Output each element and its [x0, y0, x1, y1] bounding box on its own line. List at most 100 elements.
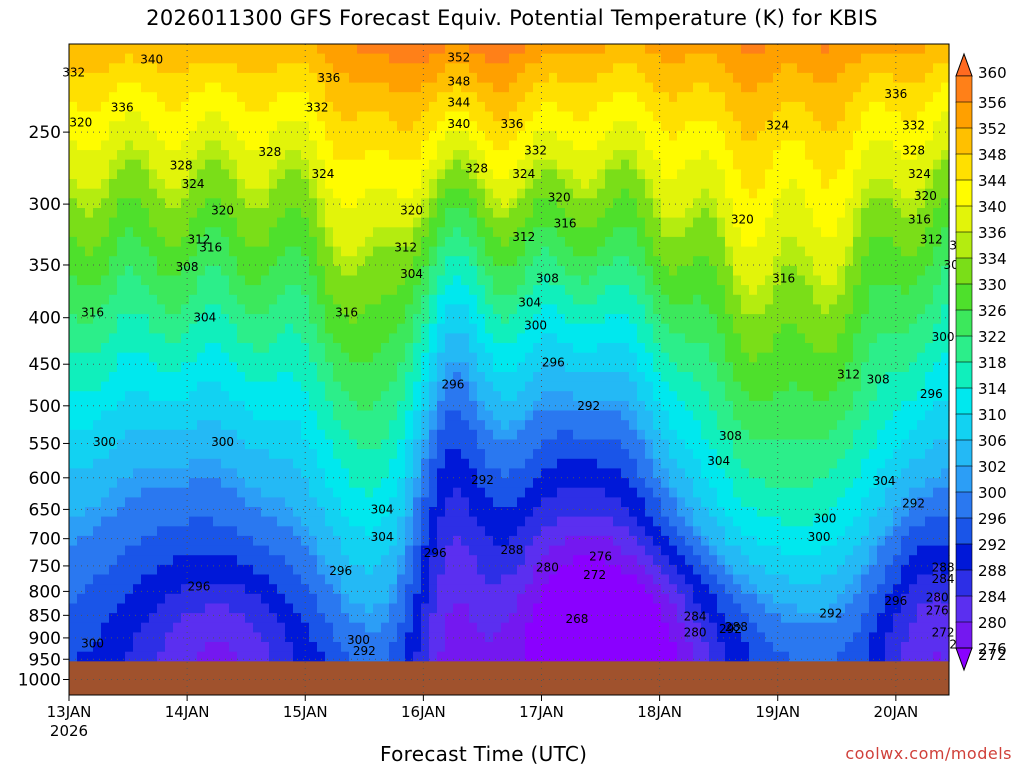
shading-cell	[405, 169, 414, 180]
shading-cell	[365, 449, 374, 460]
shading-cell	[253, 294, 262, 305]
shading-cell	[213, 507, 222, 518]
shading-cell	[197, 101, 206, 113]
shading-cell	[197, 352, 206, 363]
shading-cell	[517, 420, 526, 431]
shading-cell	[85, 613, 94, 624]
shading-cell	[621, 372, 630, 383]
shading-cell	[621, 574, 630, 585]
shading-cell	[517, 265, 526, 277]
shading-cell	[661, 101, 670, 113]
shading-cell	[453, 256, 462, 267]
shading-cell	[485, 323, 494, 334]
shading-cell	[565, 140, 574, 151]
shading-cell	[557, 429, 566, 440]
shading-cell	[157, 101, 166, 113]
shading-cell	[621, 352, 630, 363]
shading-cell	[261, 593, 270, 604]
shading-cell	[493, 208, 502, 219]
shading-cell	[485, 574, 494, 585]
shading-cell	[301, 82, 310, 93]
shading-cell	[389, 468, 398, 479]
shading-cell	[333, 651, 342, 662]
shading-cell	[237, 285, 246, 296]
shading-cell	[565, 92, 574, 103]
shading-cell	[373, 208, 382, 219]
shading-cell	[541, 82, 550, 93]
shading-cell	[189, 208, 198, 219]
shading-cell	[157, 603, 166, 614]
shading-cell	[157, 564, 166, 576]
shading-cell	[405, 314, 414, 325]
shading-cell	[277, 246, 286, 257]
shading-cell	[325, 285, 334, 296]
shading-cell	[101, 622, 110, 633]
shading-cell	[421, 333, 430, 344]
shading-cell	[389, 159, 398, 170]
shading-cell	[197, 535, 206, 547]
shading-cell	[237, 458, 246, 469]
shading-cell	[173, 82, 182, 93]
shading-cell	[421, 487, 430, 498]
shading-cell	[85, 449, 94, 460]
shading-cell	[629, 420, 638, 431]
shading-cell	[293, 526, 302, 537]
shading-cell	[69, 535, 78, 547]
shading-cell	[509, 246, 518, 257]
shading-cell	[549, 111, 558, 122]
shading-cell	[589, 265, 598, 277]
shading-cell	[277, 275, 286, 286]
shading-cell	[213, 410, 222, 421]
shading-cell	[533, 111, 542, 122]
shading-cell	[85, 275, 94, 286]
shading-cell	[413, 343, 422, 354]
shading-cell	[309, 362, 318, 373]
shading-cell	[629, 150, 638, 161]
shading-cell	[661, 256, 670, 267]
shading-cell	[613, 632, 622, 643]
shading-cell	[405, 613, 414, 624]
shading-cell	[541, 227, 550, 238]
shading-cell	[397, 507, 406, 518]
shading-cell	[677, 564, 686, 576]
shading-cell	[269, 651, 278, 662]
shading-cell	[117, 420, 126, 431]
shading-cell	[269, 497, 278, 508]
shading-cell	[325, 468, 334, 479]
shading-cell	[325, 381, 334, 392]
shading-cell	[525, 535, 534, 547]
shading-cell	[349, 256, 358, 267]
shading-cell	[381, 265, 390, 277]
shading-cell	[613, 169, 622, 180]
shading-cell	[237, 352, 246, 363]
shading-cell	[669, 304, 678, 315]
shading-cell	[77, 429, 86, 440]
shading-cell	[581, 179, 590, 190]
shading-cell	[509, 526, 518, 537]
shading-cell	[429, 632, 438, 643]
shading-cell	[109, 651, 118, 662]
shading-cell	[357, 236, 366, 248]
shading-cell	[493, 217, 502, 228]
shading-cell	[557, 323, 566, 334]
shading-cell	[101, 526, 110, 537]
shading-cell	[285, 507, 294, 518]
shading-cell	[349, 603, 358, 614]
shading-cell	[389, 352, 398, 363]
shading-cell	[517, 439, 526, 450]
shading-cell	[381, 188, 390, 199]
shading-cell	[437, 603, 446, 614]
shading-cell	[277, 121, 286, 132]
shading-cell	[269, 265, 278, 277]
shading-cell	[477, 439, 486, 450]
shading-cell	[517, 478, 526, 489]
shading-cell	[365, 294, 374, 305]
shading-cell	[389, 333, 398, 344]
shading-cell	[181, 275, 190, 286]
shading-cell	[357, 468, 366, 479]
shading-cell	[77, 227, 86, 238]
shading-cell	[237, 314, 246, 325]
shading-cell	[357, 294, 366, 305]
shading-cell	[189, 217, 198, 228]
shading-cell	[261, 343, 270, 354]
